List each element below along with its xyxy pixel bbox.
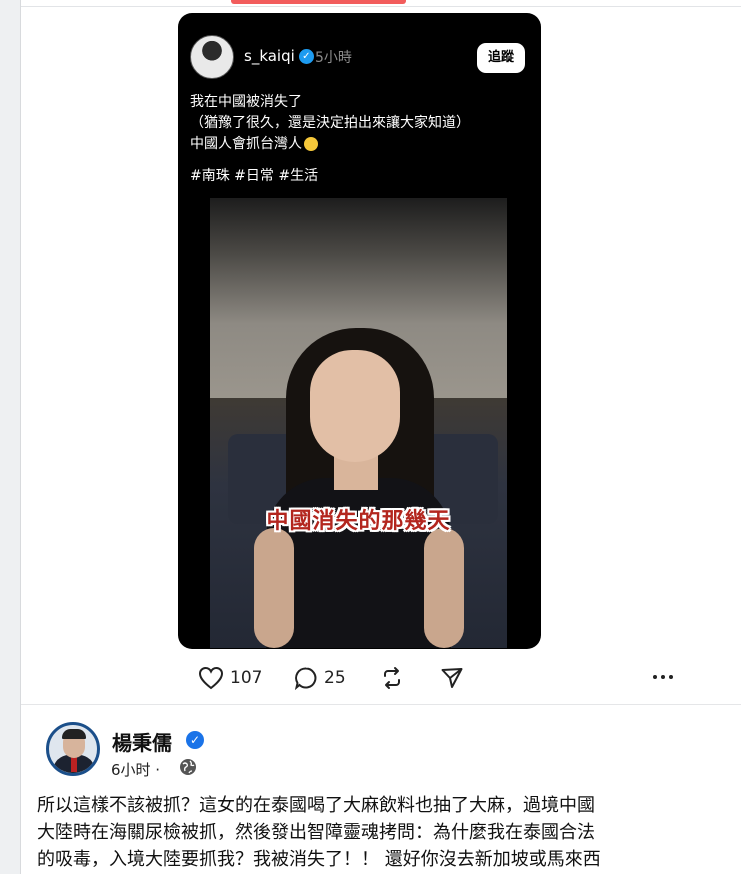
repost-button[interactable]: [380, 666, 404, 690]
verified-badge-icon: ✓: [186, 731, 204, 749]
like-count: 107: [230, 668, 263, 688]
video-caption: 中國消失的那幾天: [266, 508, 451, 534]
heart-icon: [198, 666, 224, 690]
threads-username-text[interactable]: s_kaiqi: [244, 47, 295, 65]
video-person-arm: [254, 528, 294, 648]
more-icon: [653, 675, 673, 679]
threads-text-line-content: 中國人會抓台灣人: [190, 136, 302, 152]
share-icon: [441, 668, 463, 688]
post-body: 所以這樣不該被抓？這女的在泰國喝了大麻飲料也抽了大麻，過境中國 大陸時在海關尿檢…: [37, 792, 737, 873]
top-accent-bar: [231, 0, 406, 4]
threads-text-line: （猶豫了很久，還是決定拍出來讓大家知道）: [190, 115, 470, 131]
threads-post-text: 我在中國被消失了 （猶豫了很久，還是決定拍出來讓大家知道） 中國人會抓台灣人: [190, 92, 530, 155]
post-body-line: 大陸時在海關尿檢被抓，然後發出智障靈魂拷問：為什麼我在泰國合法: [37, 822, 595, 843]
repost-icon: [384, 667, 400, 689]
post-body-line: 的吸毒，入境大陸要抓我？我被消失了！！ 還好你沒去新加坡或馬來西: [37, 849, 601, 870]
avatar-hair: [62, 729, 86, 739]
video-person-face: [310, 350, 400, 462]
threads-post-time: 5小時: [315, 50, 352, 66]
post-timestamp[interactable]: 6小时 ·: [111, 759, 160, 780]
verified-badge-icon: ✓: [298, 49, 314, 64]
comment-count: 25: [324, 668, 346, 688]
post-action-bar: 107 25: [178, 666, 673, 696]
globe-icon: [180, 759, 196, 775]
post-body-line: 所以這樣不該被抓？這女的在泰國喝了大麻飲料也抽了大麻，過境中國: [37, 795, 595, 816]
avatar-tie: [71, 756, 77, 772]
author-name[interactable]: 楊秉儒: [112, 727, 172, 756]
video-person-arm: [424, 528, 464, 648]
screenshot-frame: s_kaiqi ✓ 5小時 追蹤 我在中國被消失了 （猶豫了很久，還是決定拍出來讓…: [20, 0, 741, 874]
threads-text-line: 中國人會抓台灣人: [190, 134, 530, 155]
threads-hashtags[interactable]: #南珠 #日常 #生活: [190, 165, 318, 185]
video-thumbnail[interactable]: 中國消失的那幾天: [210, 198, 507, 648]
comment-icon: [294, 667, 317, 690]
comment-button[interactable]: 25: [294, 666, 346, 690]
pleading-face-emoji-icon: [304, 137, 318, 151]
threads-avatar[interactable]: [190, 35, 234, 79]
threads-text-line: 我在中國被消失了: [190, 94, 302, 110]
like-button[interactable]: 107: [198, 666, 262, 690]
follow-button[interactable]: 追蹤: [477, 43, 525, 73]
top-divider: [21, 6, 741, 7]
author-avatar[interactable]: [46, 722, 100, 776]
more-options-button[interactable]: [652, 674, 674, 680]
post-divider: [21, 704, 741, 705]
threads-username[interactable]: s_kaiqi ✓: [244, 47, 314, 65]
share-button[interactable]: [440, 666, 464, 690]
threads-post-card[interactable]: s_kaiqi ✓ 5小時 追蹤 我在中國被消失了 （猶豫了很久，還是決定拍出來讓…: [178, 13, 541, 649]
